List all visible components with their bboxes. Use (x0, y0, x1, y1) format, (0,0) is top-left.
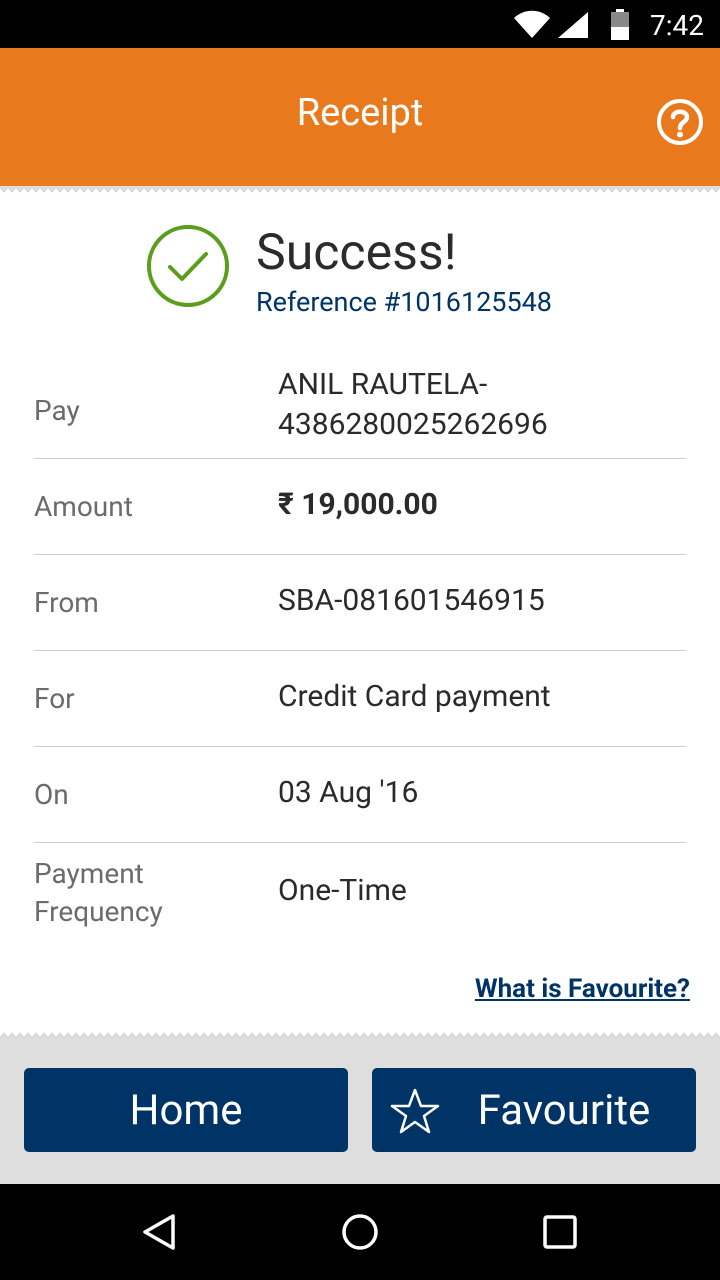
signal-icon (558, 12, 588, 38)
detail-label: Amount (34, 489, 133, 523)
home-nav-icon[interactable] (340, 1212, 380, 1252)
battery-icon (611, 9, 629, 40)
what-is-favourite-link[interactable]: What is Favourite? (475, 974, 690, 1004)
reference-number: Reference #1016125548 (256, 286, 552, 318)
detail-row-pay: Pay ANIL RAUTELA- 4386280025262696 (34, 364, 686, 459)
detail-label: On (34, 777, 69, 811)
favourite-button[interactable]: Favourite (372, 1068, 696, 1152)
home-button[interactable]: Home (24, 1068, 348, 1152)
status-bar: 7:42 (0, 0, 720, 48)
detail-row-for: For Credit Card payment (34, 651, 686, 747)
back-icon[interactable] (140, 1212, 180, 1252)
star-icon (390, 1088, 440, 1134)
help-icon[interactable] (656, 98, 704, 146)
wifi-icon (514, 10, 550, 39)
detail-value: ₹ 19,000.00 (278, 486, 438, 522)
detail-label: For (34, 681, 75, 715)
detail-row-from: From SBA-081601546915 (34, 555, 686, 651)
favourite-button-label: Favourite (477, 1085, 651, 1135)
details-list: Pay ANIL RAUTELA- 4386280025262696 Amoun… (34, 364, 686, 943)
detail-label: Pay (34, 394, 80, 427)
zigzag-edge-top (0, 186, 720, 198)
app-bar: Receipt (0, 48, 720, 186)
detail-row-on: On 03 Aug '16 (34, 747, 686, 843)
detail-value: 03 Aug '16 (278, 774, 419, 810)
detail-value: Credit Card payment (278, 678, 551, 714)
detail-value: ANIL RAUTELA- 4386280025262696 (278, 367, 548, 442)
page-title: Receipt (296, 91, 424, 135)
receipt-card: Success! Reference #1016125548 Pay ANIL … (0, 186, 720, 1039)
detail-label: From (34, 585, 99, 619)
status-time: 7:42 (650, 9, 704, 42)
action-bar: Home Favourite (0, 1038, 720, 1184)
detail-row-frequency: Payment Frequency One-Time (34, 843, 686, 943)
detail-row-amount: Amount ₹ 19,000.00 (34, 459, 686, 555)
system-nav-bar (0, 1184, 720, 1280)
success-title: Success! (256, 224, 457, 282)
recent-apps-icon[interactable] (540, 1212, 580, 1252)
detail-value: SBA-081601546915 (278, 582, 545, 618)
detail-value: One-Time (278, 873, 407, 908)
success-check-icon (147, 225, 229, 307)
home-button-label: Home (129, 1085, 243, 1135)
detail-label: Payment Frequency (34, 857, 163, 928)
